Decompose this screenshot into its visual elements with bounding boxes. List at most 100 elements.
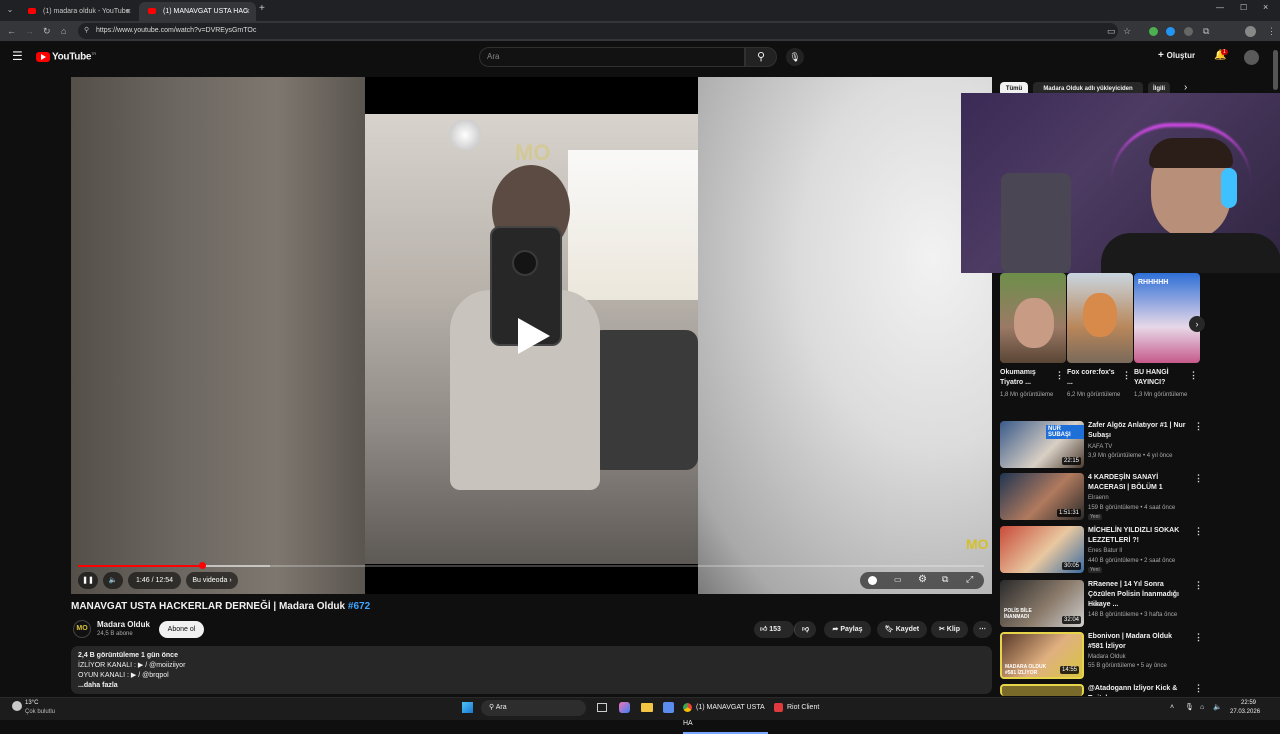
taskbar-app-riot[interactable]: Riot Client: [774, 700, 834, 716]
description-box[interactable]: 2,4 B görüntüleme 1 gün önce İZLİYOR KAN…: [71, 646, 992, 694]
miniplayer-icon[interactable]: ⧉: [942, 574, 948, 585]
bookmark-star-icon[interactable]: ☆: [1123, 21, 1131, 41]
video-title[interactable]: 4 KARDEŞİN SANAYİ MACERASI | BÖLÜM 1: [1088, 473, 1188, 493]
more-options-icon[interactable]: ⋮: [1055, 370, 1064, 381]
more-options-icon[interactable]: ⋮: [1189, 370, 1198, 381]
dislike-button[interactable]: 👎︎: [794, 621, 816, 638]
more-options-icon[interactable]: ⋮: [1194, 526, 1203, 537]
maximize-icon[interactable]: ☐: [1240, 3, 1247, 12]
profile-avatar-icon[interactable]: [1245, 26, 1256, 37]
subtitles-icon[interactable]: ▭: [894, 575, 902, 584]
like-button[interactable]: 👍︎ 153: [754, 621, 794, 638]
weather-icon[interactable]: [12, 701, 22, 711]
chips-next-chevron-icon[interactable]: ›: [1184, 82, 1187, 93]
close-window-icon[interactable]: ×: [1263, 2, 1268, 12]
close-tab-icon[interactable]: ×: [126, 2, 131, 21]
more-options-icon[interactable]: ⋮: [1194, 580, 1203, 591]
video-title[interactable]: @Atadogann İzliyor Kick & Twitch...: [1088, 684, 1188, 696]
extension-icon[interactable]: [1184, 27, 1193, 36]
short-thumbnail[interactable]: [1000, 273, 1066, 363]
short-title[interactable]: BU HANGİ YAYINCI?: [1134, 368, 1186, 388]
video-channel[interactable]: Elraenn: [1088, 493, 1198, 503]
channel-watermark[interactable]: MO: [966, 536, 989, 552]
video-thumbnail[interactable]: 1:51:31: [1000, 473, 1084, 520]
home-icon[interactable]: ⌂: [61, 21, 66, 41]
taskbar-search[interactable]: ⚲ Ara: [481, 700, 586, 716]
browser-tab-active[interactable]: (1) MANAVGAT USTA HAC ×: [139, 2, 256, 21]
share-button[interactable]: ➦ Paylaş: [824, 621, 871, 638]
account-avatar[interactable]: [1244, 50, 1259, 65]
browser-menu-icon[interactable]: ⋮: [1267, 21, 1276, 41]
cast-icon[interactable]: ▭: [1107, 21, 1116, 41]
more-options-icon[interactable]: ⋮: [1122, 370, 1131, 381]
youtube-logo[interactable]: YouTubeTR: [36, 51, 96, 62]
more-options-icon[interactable]: ⋮: [1194, 632, 1203, 643]
new-tab-button[interactable]: +: [259, 3, 265, 14]
video-thumbnail[interactable]: 30:05: [1000, 526, 1084, 573]
reload-icon[interactable]: ↻: [43, 21, 51, 41]
weather-temp[interactable]: 13°C: [25, 699, 38, 708]
extension-icon[interactable]: [1166, 27, 1175, 36]
extensions-puzzle-icon[interactable]: ⧉: [1203, 21, 1209, 41]
video-title[interactable]: Zafer Algöz Anlatıyor #1 | Nur Subaşı: [1088, 421, 1188, 441]
shorts-next-chevron-icon[interactable]: ›: [1189, 316, 1205, 332]
store-icon[interactable]: [663, 702, 674, 713]
settings-gear-icon[interactable]: ⚙: [918, 574, 927, 585]
channel-avatar[interactable]: MO: [73, 620, 91, 638]
clip-button[interactable]: ✂ Klip: [931, 621, 968, 638]
clock-time[interactable]: 22:59: [1241, 699, 1256, 708]
minimize-icon[interactable]: —: [1216, 3, 1224, 12]
more-options-icon[interactable]: ⋮: [1194, 421, 1203, 432]
video-title[interactable]: Ebonivon | Madara Olduk #581 İzliyor: [1088, 632, 1188, 652]
search-button[interactable]: ⚲: [745, 47, 777, 67]
video-channel[interactable]: 2kan: [1088, 600, 1198, 610]
autoplay-toggle-icon[interactable]: [868, 576, 877, 585]
video-thumbnail[interactable]: MADARA OLDUK #581 İZLİYOR 14:55: [1000, 632, 1084, 679]
tray-mic-icon[interactable]: 🎙: [1185, 700, 1194, 716]
video-thumbnail[interactable]: NUR SUBAŞI 22:15: [1000, 421, 1084, 468]
hashtag-link[interactable]: #672: [348, 601, 370, 612]
copilot-icon[interactable]: [619, 702, 630, 713]
create-button[interactable]: + Oluştur: [1158, 50, 1195, 61]
browser-tab[interactable]: (1) madara olduk - YouTube ×: [19, 2, 137, 21]
close-tab-icon[interactable]: ×: [245, 2, 250, 21]
hamburger-menu-icon[interactable]: ☰: [12, 49, 23, 63]
video-title[interactable]: MİCHELİN YILDIZLI SOKAK LEZZETLERİ ?!: [1088, 526, 1188, 546]
task-view-icon[interactable]: [597, 703, 607, 712]
chapter-button[interactable]: Bu videoda ›: [186, 572, 238, 589]
search-input[interactable]: Ara: [479, 47, 745, 67]
search-icon: ⚲: [756, 51, 766, 63]
tray-network-icon[interactable]: ⌂: [1200, 700, 1204, 716]
back-icon[interactable]: ←: [7, 21, 16, 41]
show-more-link[interactable]: ...daha fazla: [78, 681, 985, 691]
clock-date[interactable]: 27.03.2026: [1230, 708, 1260, 717]
taskbar-app-chrome[interactable]: (1) MANAVGAT USTA HA: [683, 700, 768, 734]
video-thumbnail[interactable]: POLİS BİLE İNANMADI 32:04: [1000, 580, 1084, 627]
file-explorer-icon[interactable]: [641, 703, 653, 712]
tab-list-button[interactable]: ⌄: [4, 3, 16, 17]
tray-chevron-icon[interactable]: ˄: [1170, 700, 1174, 716]
more-options-icon[interactable]: ⋮: [1194, 683, 1203, 694]
windows-start-icon[interactable]: [462, 702, 473, 713]
short-thumbnail[interactable]: [1067, 273, 1133, 363]
more-options-icon[interactable]: ⋮: [1194, 473, 1203, 484]
more-actions-button[interactable]: ⋯: [973, 621, 992, 638]
site-info-icon[interactable]: ⚲: [84, 26, 89, 34]
subscribe-button[interactable]: Abone ol: [159, 621, 204, 638]
tray-volume-icon[interactable]: 🔈: [1213, 700, 1222, 716]
mute-button[interactable]: 🔈: [103, 572, 123, 589]
fullscreen-icon[interactable]: ⤢: [966, 574, 973, 585]
short-title[interactable]: Fox core:fox's ...: [1067, 368, 1119, 388]
short-title[interactable]: Okumamış Tiyatro ...: [1000, 368, 1052, 388]
page-scrollbar[interactable]: [1273, 50, 1278, 90]
video-thumbnail[interactable]: [1000, 684, 1084, 696]
url-bar[interactable]: https://www.youtube.com/watch?v=DVREysGm…: [78, 23, 1118, 39]
pause-button[interactable]: ❚❚: [78, 572, 98, 589]
voice-search-mic-icon[interactable]: 🎙: [786, 48, 804, 66]
channel-name[interactable]: Madara Olduk: [97, 620, 150, 629]
video-channel[interactable]: Enes Batur ll: [1088, 546, 1198, 556]
extension-icon[interactable]: [1149, 27, 1158, 36]
large-play-icon[interactable]: [516, 318, 550, 354]
forward-icon[interactable]: →: [25, 21, 34, 41]
save-button[interactable]: 🔖︎ Kaydet: [877, 621, 927, 638]
